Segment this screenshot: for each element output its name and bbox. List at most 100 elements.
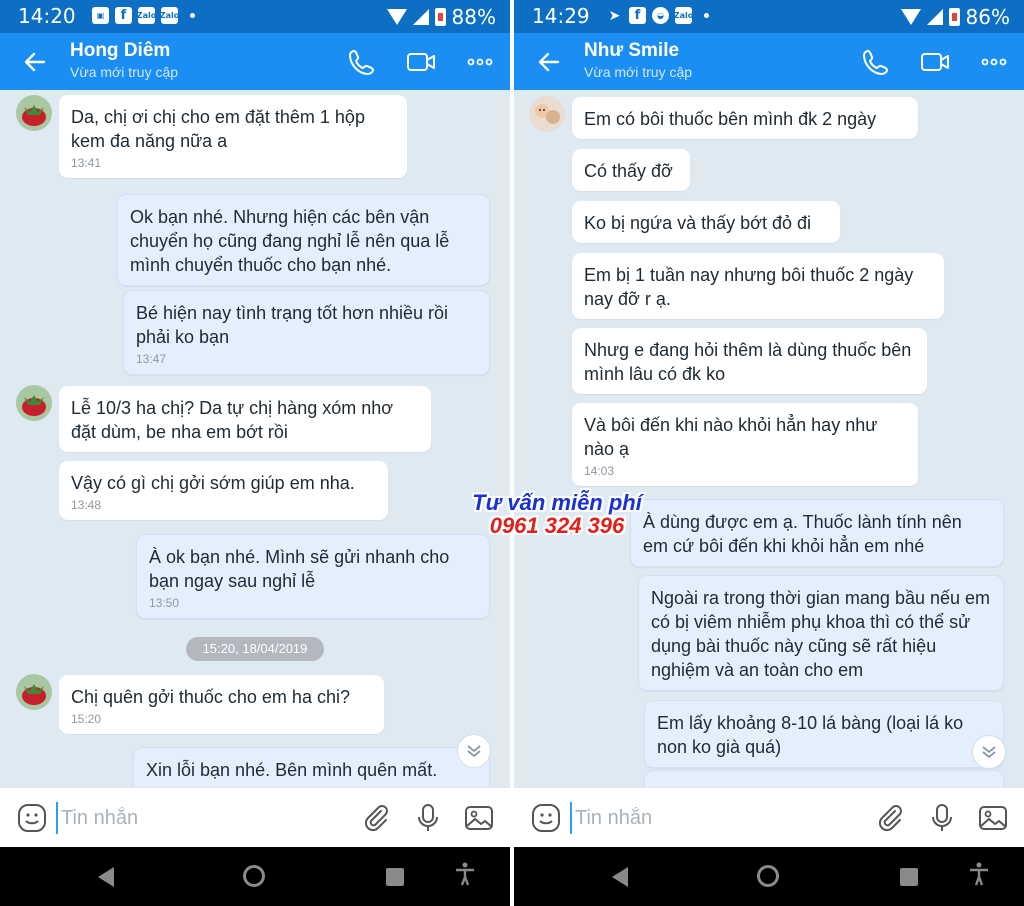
back-button[interactable] — [20, 47, 50, 77]
voice-record-button[interactable] — [926, 802, 958, 834]
nav-recents-button[interactable] — [386, 868, 404, 886]
message-bubble-outgoing[interactable]: Xin lỗi bạn nhé. Bên mình quên mất. — [133, 747, 490, 787]
nav-recents-button[interactable] — [900, 868, 918, 886]
android-nav-bar — [514, 847, 1024, 906]
message-bubble-incoming[interactable]: Lễ 10/3 ha chị? Da tự chị hàng xóm nhơ đ… — [59, 386, 431, 452]
call-button[interactable] — [346, 46, 378, 78]
message-list[interactable]: Em có bôi thuốc bên mình đk 2 ngày Có th… — [514, 90, 1024, 787]
attach-button[interactable] — [360, 802, 392, 834]
battery-icon — [434, 8, 446, 26]
contact-status: Vừa mới truy cập — [70, 64, 179, 80]
more-notifications-dot — [190, 13, 195, 18]
chat-header: Như Smile Vừa mới truy cập — [514, 33, 1024, 90]
message-time: 13:48 — [71, 498, 102, 512]
facebook-icon: f — [629, 7, 646, 24]
message-text: Ko bị ngứa và thấy bớt đỏ đi — [584, 213, 811, 233]
message-bubble-incoming[interactable]: Ko bị ngứa và thấy bớt đỏ đi — [572, 201, 840, 243]
message-bubble-outgoing[interactable]: À ok bạn nhé. Mình sẽ gửi nhanh cho bạn … — [136, 534, 490, 619]
message-input[interactable] — [570, 802, 860, 834]
emoji-button[interactable] — [530, 802, 562, 834]
contact-name[interactable]: Hong Diêm — [70, 40, 170, 62]
nav-back-button[interactable] — [612, 867, 628, 887]
message-text: Chị quên gởi thuốc cho em ha chi? — [71, 687, 350, 707]
more-options-button[interactable] — [978, 46, 1010, 78]
message-bubble-incoming[interactable]: Có thấy đỡ — [572, 149, 690, 191]
message-bubble-incoming[interactable]: Em có bôi thuốc bên mình đk 2 ngày — [572, 97, 918, 139]
contact-name[interactable]: Như Smile — [584, 40, 679, 62]
notification-icons: ➤ f ◒ Zalo — [606, 7, 709, 24]
message-bubble-incoming[interactable]: Vậy có gì chị gởi sớm giúp em nha. 13:48 — [59, 461, 388, 520]
message-list[interactable]: Da, chị ơi chị cho em đặt thêm 1 hộp kem… — [0, 90, 510, 787]
paperclip-icon — [364, 805, 388, 832]
accessibility-icon[interactable] — [452, 861, 478, 887]
contact-avatar[interactable] — [529, 96, 565, 132]
image-icon — [465, 806, 493, 830]
message-text: Có thấy đỡ — [584, 161, 673, 181]
accessibility-icon[interactable] — [966, 861, 992, 887]
message-bubble-incoming[interactable]: Da, chị ơi chị cho em đặt thêm 1 hộp kem… — [59, 95, 407, 178]
facebook-icon: f — [115, 7, 132, 24]
attach-button[interactable] — [874, 802, 906, 834]
system-status: 88% — [386, 5, 496, 29]
accessibility-person-icon — [456, 862, 474, 886]
voice-record-button[interactable] — [412, 802, 444, 834]
more-options-button[interactable] — [464, 46, 496, 78]
send-image-button[interactable] — [463, 802, 495, 834]
telegram-icon: ➤ — [608, 7, 621, 24]
contact-avatar[interactable] — [16, 95, 52, 131]
status-time: 14:29 — [532, 4, 590, 28]
android-nav-bar — [0, 847, 510, 906]
call-button[interactable] — [860, 46, 892, 78]
message-bubble-incoming[interactable]: Và bôi đến khi nào khỏi hẳn hay như nào … — [572, 403, 918, 486]
status-bar: 14:29 ➤ f ◒ Zalo 86% — [514, 0, 1024, 33]
gallery-icon: ▣ — [92, 7, 109, 24]
nav-home-button[interactable] — [757, 865, 779, 887]
nav-back-button[interactable] — [98, 867, 114, 887]
video-call-button[interactable] — [919, 46, 951, 78]
emoji-button[interactable] — [16, 802, 48, 834]
right-phone-screenshot: 14:29 ➤ f ◒ Zalo 86% Như Smile Vừa mới t… — [514, 0, 1024, 906]
message-text: Em lấy khoảng 8-10 lá bàng (loại lá ko n… — [657, 713, 964, 757]
message-bubble-incoming[interactable]: Nhưg e đang hỏi thêm là dùng thuốc bên m… — [572, 328, 927, 394]
date-separator: 15:20, 18/04/2019 — [186, 637, 324, 661]
wifi-icon — [900, 9, 921, 25]
zalo-icon: Zalo — [674, 7, 693, 24]
baby-photo-avatar-icon — [529, 96, 565, 132]
message-bubble-outgoing[interactable]: Ok bạn nhé. Nhưng hiện các bên vận chuyể… — [117, 194, 490, 286]
send-image-button[interactable] — [977, 802, 1009, 834]
message-bubble-outgoing[interactable] — [644, 770, 1004, 787]
scroll-to-bottom-button[interactable] — [457, 734, 491, 768]
status-bar: 14:20 ▣ f Zalo Zalo 88% — [0, 0, 510, 33]
message-input[interactable] — [56, 802, 346, 834]
message-bubble-outgoing[interactable]: Bé hiện nay tình trạng tốt hơn nhiều rồi… — [123, 290, 490, 375]
microphone-icon — [932, 804, 952, 831]
message-bubble-outgoing[interactable]: À dùng được em ạ. Thuốc lành tính nên em… — [630, 499, 1004, 567]
promo-headline: Tư vấn miễn phí — [472, 490, 642, 515]
message-text: Lễ 10/3 ha chị? Da tự chị hàng xóm nhơ đ… — [71, 398, 394, 442]
accessibility-person-icon — [970, 862, 988, 886]
video-call-button[interactable] — [405, 46, 437, 78]
chevron-double-down-icon — [467, 745, 481, 758]
message-composer — [514, 787, 1024, 847]
signal-icon — [926, 9, 943, 25]
system-status: 86% — [900, 5, 1010, 29]
contact-avatar[interactable] — [16, 674, 52, 710]
arrow-left-icon — [538, 52, 560, 72]
message-text: Em có bôi thuốc bên mình đk 2 ngày — [584, 109, 877, 129]
left-phone-screenshot: 14:20 ▣ f Zalo Zalo 88% Hong Diêm Vừa mớ… — [0, 0, 510, 906]
message-bubble-incoming[interactable]: Em bị 1 tuần nay nhưng bôi thuốc 2 ngày … — [572, 253, 944, 319]
message-bubble-incoming[interactable]: Chị quên gởi thuốc cho em ha chi? 15:20 — [59, 675, 384, 734]
nav-home-button[interactable] — [243, 865, 265, 887]
message-bubble-outgoing[interactable]: Ngoài ra trong thời gian mang bầu nếu em… — [638, 575, 1004, 691]
signal-icon — [412, 9, 429, 25]
message-time: 14:03 — [584, 464, 615, 478]
message-composer — [0, 787, 510, 847]
scroll-to-bottom-button[interactable] — [972, 735, 1006, 769]
message-bubble-outgoing[interactable]: Em lấy khoảng 8-10 lá bàng (loại lá ko n… — [644, 700, 1004, 768]
message-time: 15:20 — [71, 712, 102, 726]
message-time: 13:50 — [149, 596, 180, 610]
paperclip-icon — [878, 805, 902, 832]
battery-icon — [948, 8, 960, 26]
contact-avatar[interactable] — [16, 385, 52, 421]
back-button[interactable] — [534, 47, 564, 77]
